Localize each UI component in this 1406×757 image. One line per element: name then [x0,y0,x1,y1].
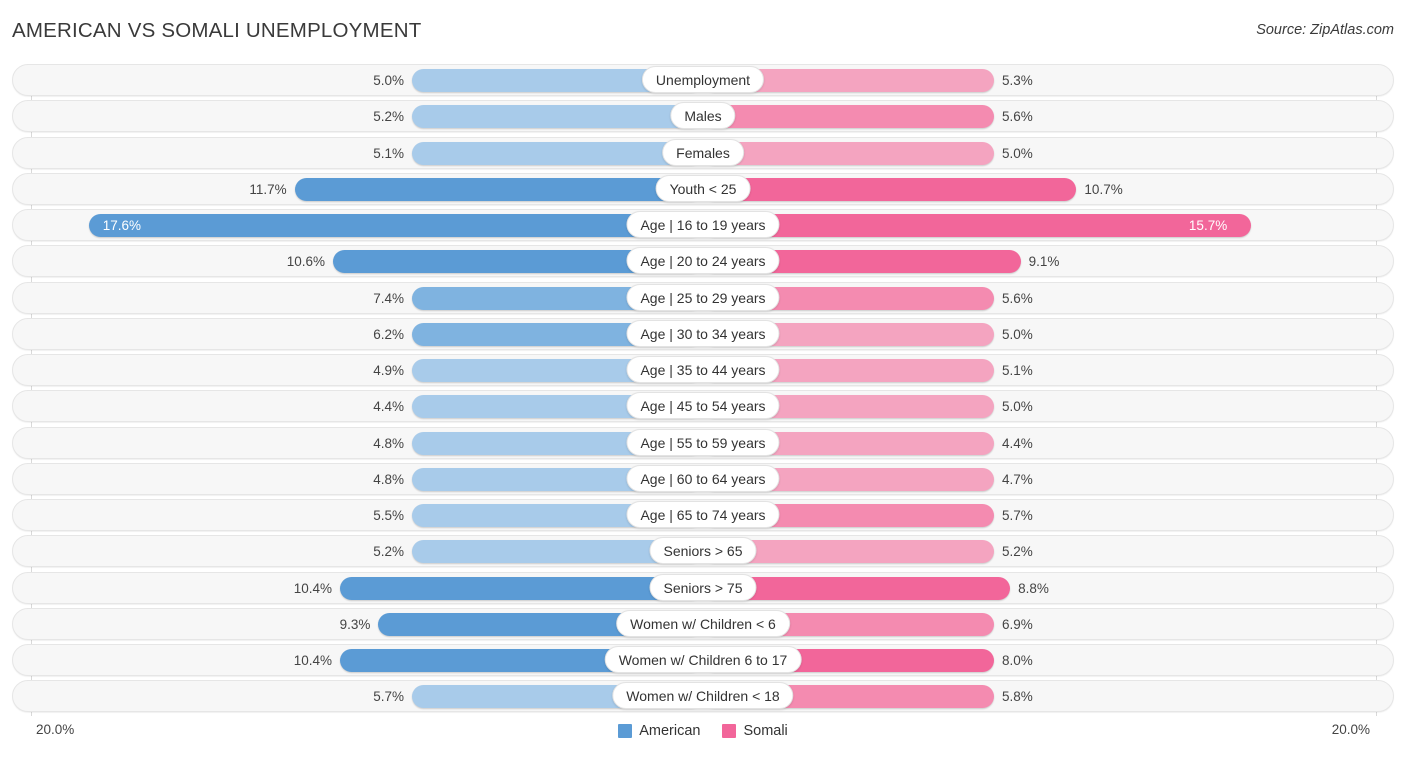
value-american: 10.6% [286,254,326,270]
legend-item-somali[interactable]: Somali [722,723,788,739]
value-american: 7.4% [373,290,404,306]
bar-somali [703,141,994,165]
bar-somali [703,105,994,129]
value-somali: 5.3% [1002,73,1033,88]
legend-label: Somali [743,723,788,739]
row-label-6: Age | 20 to 24 years [626,247,780,275]
row-label-14: Seniors > 65 [649,537,757,565]
value-american: 4.8% [373,435,404,451]
chart-row: 4.4% 5.0% Age | 45 to 54 years [12,390,1394,423]
chart-row: 5.2% 5.2% Seniors > 65 [12,535,1394,568]
value-somali: 8.8% [1018,580,1049,596]
value-american: 11.7% [249,181,287,197]
chart-plot-area: 5.0% 5.3% Unemployment 5.2% 5.6% Males 5.1% 5.0… [12,64,1394,716]
chart-row: 5.2% 5.6% Males [12,100,1394,133]
row-label-12: Age | 60 to 64 years [626,464,780,492]
chart-row: 7.4% 5.6% Age | 25 to 29 years [12,281,1394,314]
row-label-5: Age | 16 to 19 years [626,211,780,238]
value-american: 10.4% [293,580,333,596]
value-somali: 8.0% [1002,653,1033,668]
chart-page: AMERICAN VS SOMALI UNEMPLOYMENT Source: … [0,0,1406,757]
row-label-4: Youth < 25 [655,174,751,202]
value-somali: 9.1% [1028,254,1060,270]
chart-row: 4.8% 4.7% Age | 60 to 64 years [12,462,1394,495]
chart-row: 5.7% 5.8% Women w/ Children < 18 [12,680,1394,713]
chart-row: 5.5% 5.7% Age | 65 to 74 years [12,499,1394,531]
value-somali: 5.7% [1002,508,1033,523]
chart-row: 10.4% 8.8% Seniors > 75 [12,571,1394,604]
chart-row: 6.2% 5.0% Age | 30 to 34 years [12,317,1394,350]
row-label-2: Males [670,102,736,130]
value-american: 17.6% [102,218,142,233]
value-somali: 5.6% [1002,109,1033,125]
value-somali: 5.2% [1002,544,1033,560]
row-label-9: Age | 35 to 44 years [626,356,780,383]
row-label-15: Seniors > 75 [649,573,757,601]
chart-row: 17.6% 15.7% Age | 16 to 19 years [12,209,1394,241]
bar-american [294,177,703,201]
bar-american [412,141,703,165]
value-american: 5.7% [373,689,404,705]
legend-swatch-icon [722,724,737,738]
chart-row: 10.4% 8.0% Women w/ Children 6 to 17 [12,644,1394,676]
legend-label: American [639,723,701,739]
legend-item-american[interactable]: American [618,723,700,739]
value-american: 4.9% [373,363,404,378]
chart-row: 10.6% 9.1% Age | 20 to 24 years [12,245,1394,278]
chart-row: 5.1% 5.0% Females [12,136,1394,169]
value-american: 9.3% [339,616,371,632]
source-attribution: Source: ZipAtlas.com [1256,22,1394,38]
value-somali: 6.9% [1002,616,1033,632]
chart-row: 4.9% 5.1% Age | 35 to 44 years [12,354,1394,386]
value-american: 5.5% [373,508,404,523]
value-american: 5.2% [373,109,404,125]
value-american: 6.2% [373,326,404,342]
chart-row: 5.0% 5.3% Unemployment [12,64,1394,96]
row-label-10: Age | 45 to 54 years [626,392,780,420]
value-somali: 5.1% [1002,363,1033,378]
value-somali: 4.7% [1002,471,1033,487]
row-label-13: Age | 65 to 74 years [626,501,780,528]
value-somali: 5.0% [1002,326,1033,342]
chart-legend: American Somali [0,723,1406,739]
value-american: 5.0% [373,73,404,88]
value-american: 4.4% [373,399,404,415]
value-somali: 5.8% [1002,689,1033,705]
value-american: 10.4% [293,653,333,668]
value-american: 5.2% [373,544,404,560]
value-american: 5.1% [373,145,404,161]
row-label-3: Females [662,138,744,166]
legend-swatch-icon [618,724,633,738]
bar-american [88,214,703,237]
bar-somali [703,177,1077,201]
row-label-17: Women w/ Children 6 to 17 [604,646,802,673]
bar-american [412,105,703,129]
value-somali: 4.4% [1002,435,1033,451]
value-somali: 15.7% [1188,218,1228,233]
chart-row: 11.7% 10.7% Youth < 25 [12,172,1394,205]
chart-row: 4.8% 4.4% Age | 55 to 59 years [12,426,1394,459]
page-title: AMERICAN VS SOMALI UNEMPLOYMENT [12,19,422,42]
value-somali: 5.0% [1002,145,1033,161]
chart-row: 9.3% 6.9% Women w/ Children < 6 [12,607,1394,640]
row-label-1: Unemployment [641,66,765,93]
bar-somali [703,214,1251,237]
row-label-16: Women w/ Children < 6 [616,609,790,637]
row-label-7: Age | 25 to 29 years [626,283,780,311]
value-somali: 10.7% [1084,181,1123,197]
value-somali: 5.6% [1002,290,1033,306]
value-somali: 5.0% [1002,399,1033,415]
row-label-11: Age | 55 to 59 years [626,428,780,456]
row-label-8: Age | 30 to 34 years [626,319,780,347]
value-american: 4.8% [373,471,404,487]
row-label-18: Women w/ Children < 18 [612,682,794,710]
